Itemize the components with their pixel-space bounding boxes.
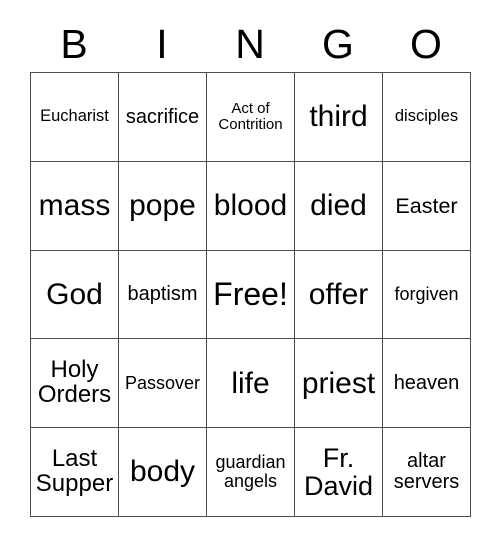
bingo-card: B I N G O Eucharist sacrifice Act of Con… [0, 0, 500, 544]
bingo-cell-b1[interactable]: Eucharist [31, 73, 119, 162]
bingo-cell-label: third [309, 100, 368, 134]
bingo-cell-label: blood [213, 189, 288, 223]
bingo-header-row: B I N G O [30, 16, 470, 72]
bingo-cell-label: pope [129, 189, 196, 223]
bingo-header-letter-g: G [322, 20, 354, 67]
bingo-cell-label: life [231, 366, 270, 400]
bingo-cell-label: Last Supper [35, 445, 114, 498]
bingo-cell-label: Passover [124, 372, 201, 393]
bingo-cell-label: altar servers [393, 450, 460, 494]
bingo-cell-i4[interactable]: Passover [119, 339, 207, 429]
bingo-cell-label: Easter [395, 193, 458, 218]
bingo-cell-b5[interactable]: Last Supper [31, 428, 119, 517]
bingo-cell-g1[interactable]: third [295, 73, 383, 162]
bingo-cell-label: Act of Contrition [218, 100, 283, 133]
bingo-cell-g4[interactable]: priest [295, 339, 383, 429]
bingo-cell-b4[interactable]: Holy Orders [31, 339, 119, 429]
bingo-cell-i5[interactable]: body [119, 428, 207, 517]
bingo-cell-label: baptism [127, 283, 198, 306]
bingo-cell-label: body [129, 455, 196, 489]
bingo-cell-label: priest [301, 366, 376, 400]
bingo-cell-label: Fr. David [303, 443, 374, 502]
bingo-cell-o2[interactable]: Easter [383, 161, 471, 251]
bingo-cell-label: Eucharist [40, 107, 109, 126]
bingo-cell-o5[interactable]: altar servers [383, 428, 471, 517]
bingo-cell-label: Holy Orders [37, 356, 112, 409]
bingo-free-space-label: Free! [213, 275, 288, 312]
bingo-cell-n1[interactable]: Act of Contrition [207, 73, 295, 162]
bingo-cell-g2[interactable]: died [295, 161, 383, 251]
bingo-cell-n2[interactable]: blood [207, 161, 295, 251]
bingo-cell-n5[interactable]: guardian angels [207, 428, 295, 517]
bingo-cell-label: heaven [393, 371, 460, 394]
bingo-cell-label: disciples [394, 107, 459, 126]
bingo-cell-label: died [310, 189, 367, 223]
bingo-cell-free-space[interactable]: Free! [207, 250, 295, 340]
bingo-cell-label: God [46, 277, 103, 311]
bingo-cell-i3[interactable]: baptism [119, 250, 207, 340]
bingo-header-letter-i: I [156, 20, 168, 67]
bingo-header-letter-n: N [235, 20, 265, 67]
bingo-cell-o1[interactable]: disciples [383, 73, 471, 162]
bingo-grid: Eucharist sacrifice Act of Contrition th… [30, 72, 471, 517]
bingo-header-letter-b: B [60, 20, 88, 67]
bingo-cell-label: guardian angels [215, 452, 286, 492]
bingo-cell-n4[interactable]: life [207, 339, 295, 429]
bingo-cell-label: mass [38, 189, 111, 223]
bingo-header-letter-o: O [410, 20, 442, 67]
bingo-cell-b2[interactable]: mass [31, 161, 119, 251]
bingo-cell-i2[interactable]: pope [119, 161, 207, 251]
bingo-cell-label: offer [308, 277, 369, 311]
bingo-cell-g5[interactable]: Fr. David [295, 428, 383, 517]
bingo-cell-label: forgiven [394, 284, 459, 305]
bingo-cell-b3[interactable]: God [31, 250, 119, 340]
bingo-cell-label: sacrifice [125, 105, 200, 128]
bingo-cell-o3[interactable]: forgiven [383, 250, 471, 340]
bingo-cell-g3[interactable]: offer [295, 250, 383, 340]
bingo-cell-i1[interactable]: sacrifice [119, 73, 207, 162]
bingo-cell-o4[interactable]: heaven [383, 339, 471, 429]
